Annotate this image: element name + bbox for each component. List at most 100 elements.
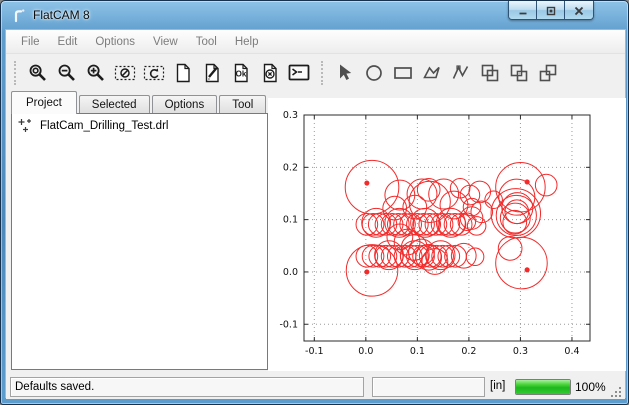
tree-item-label: FlatCam_Drilling_Test.drl xyxy=(40,120,168,132)
drill-hole xyxy=(362,208,391,237)
tab-project[interactable]: Project xyxy=(11,91,77,114)
draw-circle-button[interactable] xyxy=(359,59,388,87)
tab-tool[interactable]: Tool xyxy=(219,95,266,114)
subtract-button[interactable] xyxy=(533,59,562,87)
y-tick-label: 0.0 xyxy=(283,267,298,278)
union-icon xyxy=(479,62,501,84)
draw-rectangle-button[interactable] xyxy=(388,59,417,87)
draw-circle-icon xyxy=(363,62,385,84)
menu-view[interactable]: View xyxy=(144,33,187,51)
drill-hole xyxy=(525,268,529,272)
resize-grip[interactable] xyxy=(611,385,622,396)
clear-plot-button[interactable] xyxy=(110,59,139,87)
drill-hole xyxy=(445,245,467,267)
drill-icon xyxy=(18,118,33,133)
tree-item[interactable]: FlatCam_Drilling_Test.drl xyxy=(12,114,267,135)
plot-canvas[interactable]: -0.10.00.10.20.30.4-0.10.00.10.20.3 xyxy=(268,98,626,371)
caption-buttons xyxy=(508,1,594,20)
close-button[interactable] xyxy=(565,1,593,20)
draw-path-button[interactable] xyxy=(446,59,475,87)
draw-rectangle-icon xyxy=(392,62,414,84)
select-icon xyxy=(334,62,356,84)
drill-hole xyxy=(535,174,557,196)
drill-hole xyxy=(365,181,369,185)
menu-edit[interactable]: Edit xyxy=(49,33,87,51)
x-tick-label: 0.3 xyxy=(513,346,528,357)
x-tick-label: 0.0 xyxy=(358,346,373,357)
drill-hole xyxy=(365,270,369,274)
progress-fill xyxy=(516,380,570,394)
units-label: [in] xyxy=(490,380,505,392)
intersection-button[interactable] xyxy=(504,59,533,87)
new-project-icon xyxy=(172,62,194,84)
flatcam-logo-icon xyxy=(11,7,27,23)
maximize-button[interactable] xyxy=(537,1,565,20)
zoom-fit-icon xyxy=(27,62,49,84)
x-tick-label: 0.2 xyxy=(461,346,476,357)
client-area: FileEditOptionsViewToolHelp Ok ProjectSe… xyxy=(5,29,626,398)
x-tick-label: 0.1 xyxy=(410,346,425,357)
svg-text:Ok: Ok xyxy=(235,70,246,79)
subtract-icon xyxy=(537,62,559,84)
new-project-button[interactable] xyxy=(168,59,197,87)
window-title: FlatCAM 8 xyxy=(33,8,90,22)
y-tick-label: 0.3 xyxy=(283,110,298,121)
menu-options[interactable]: Options xyxy=(86,33,144,51)
delete-object-icon xyxy=(259,62,281,84)
clear-plot-icon xyxy=(114,62,136,84)
progress-bar xyxy=(515,379,571,395)
toolbar-handle[interactable] xyxy=(321,61,324,85)
intersection-icon xyxy=(508,62,530,84)
union-button[interactable] xyxy=(475,59,504,87)
draw-polygon-button[interactable] xyxy=(417,59,446,87)
drill-hole xyxy=(499,179,535,215)
drill-hole xyxy=(471,201,493,223)
zoom-in-icon xyxy=(85,62,107,84)
zoom-fit-button[interactable] xyxy=(23,59,52,87)
accept-ok-button[interactable]: Ok xyxy=(226,59,255,87)
drill-hole xyxy=(438,214,460,236)
x-tick-label: -0.1 xyxy=(305,346,324,357)
minimize-button[interactable] xyxy=(509,1,537,20)
x-tick-label: 0.4 xyxy=(564,346,579,357)
toolbar-handle[interactable] xyxy=(14,61,17,85)
status-message: Defaults saved. xyxy=(10,377,364,397)
drill-hole xyxy=(362,245,384,267)
menu-help[interactable]: Help xyxy=(226,33,268,51)
drill-hole xyxy=(381,245,403,267)
zoom-out-icon xyxy=(56,62,78,84)
flatcam-window: FlatCAM 8 FileEditOptionsViewToolHelp Ok… xyxy=(0,0,629,405)
menu-bar: FileEditOptionsViewToolHelp xyxy=(6,30,625,54)
tab-selected[interactable]: Selected xyxy=(79,95,150,114)
drill-hole xyxy=(432,245,454,267)
title-bar[interactable]: FlatCAM 8 xyxy=(1,1,628,29)
zoom-out-button[interactable] xyxy=(52,59,81,87)
replot-icon xyxy=(143,62,165,84)
drill-hole xyxy=(394,229,420,255)
tab-bar: ProjectSelectedOptionsTool xyxy=(11,91,268,114)
draw-polygon-icon xyxy=(421,62,443,84)
shell-button[interactable] xyxy=(284,59,313,87)
drill-hole xyxy=(429,179,459,209)
status-bar: Defaults saved. [in] 100% xyxy=(6,375,625,399)
y-tick-label: 0.2 xyxy=(283,162,298,173)
zoom-in-button[interactable] xyxy=(81,59,110,87)
toolbar: Ok xyxy=(6,55,625,91)
drill-hole xyxy=(345,160,399,214)
axes-frame xyxy=(304,115,590,341)
drill-hole xyxy=(356,214,378,236)
project-tree: FlatCam_Drilling_Test.drl xyxy=(11,113,268,370)
delete-object-button[interactable] xyxy=(255,59,284,87)
edit-object-button[interactable] xyxy=(197,59,226,87)
status-activity-field xyxy=(372,377,485,397)
drill-hole xyxy=(375,241,404,270)
drill-hole xyxy=(491,189,540,238)
draw-path-icon xyxy=(450,62,472,84)
accept-ok-icon: Ok xyxy=(230,62,252,84)
progress-percent-label: 100% xyxy=(575,380,606,394)
menu-file[interactable]: File xyxy=(12,33,49,51)
select-button[interactable] xyxy=(330,59,359,87)
tab-options[interactable]: Options xyxy=(152,95,218,114)
replot-button[interactable] xyxy=(139,59,168,87)
menu-tool[interactable]: Tool xyxy=(187,33,226,51)
